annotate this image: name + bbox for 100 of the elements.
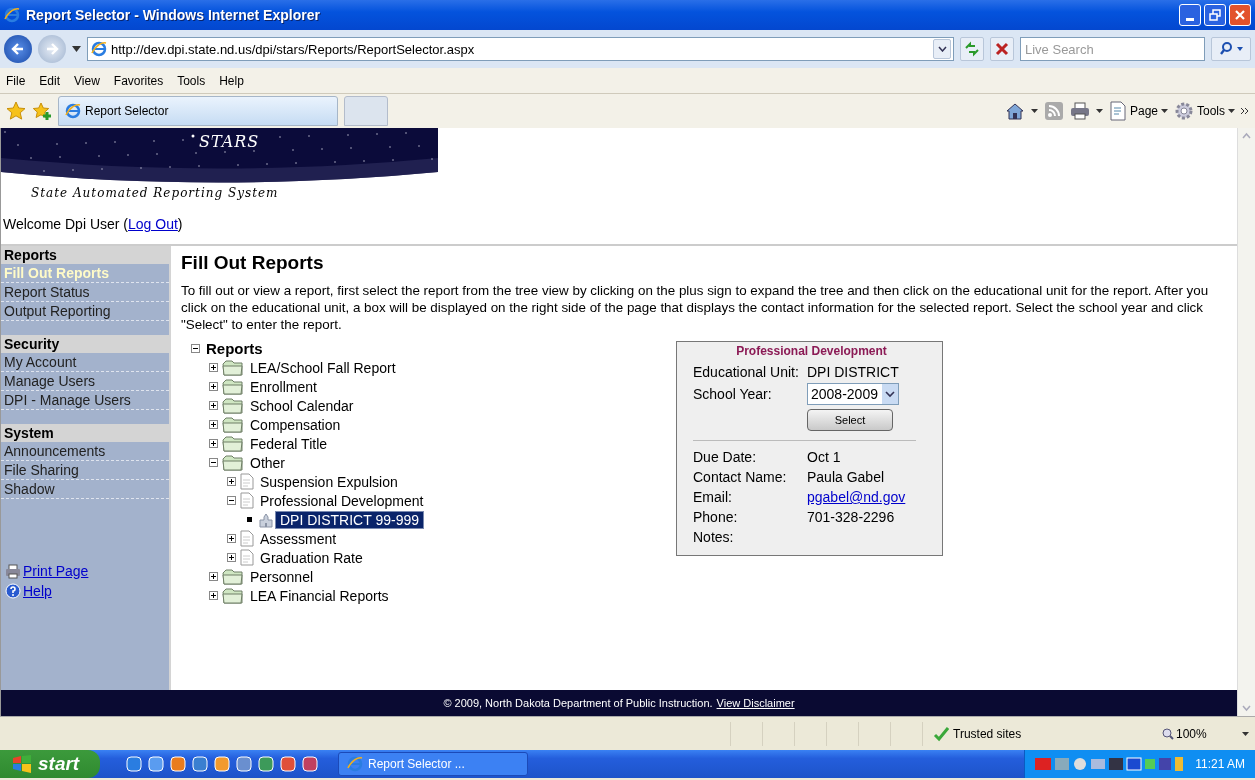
school-year-dropdown[interactable]: 2008-2009: [807, 383, 899, 405]
clock-text: 11:21 AM: [1195, 757, 1245, 771]
dropdown-caret-icon[interactable]: [72, 46, 81, 52]
browser-tab[interactable]: Report Selector: [58, 96, 338, 126]
expand-toggle-icon[interactable]: [209, 420, 218, 429]
page-icon: [1108, 101, 1127, 121]
print-page-link[interactable]: Print Page: [23, 563, 89, 579]
folder-icon: [222, 435, 244, 452]
tree-node[interactable]: School Calendar: [246, 397, 358, 414]
collapse-toggle-icon[interactable]: [209, 458, 218, 467]
expand-toggle-icon[interactable]: [227, 534, 236, 543]
expand-toggle-icon[interactable]: [227, 477, 236, 486]
collapse-toggle-icon[interactable]: [227, 496, 236, 505]
caret-icon[interactable]: [1095, 109, 1103, 113]
menu-item[interactable]: View: [74, 73, 100, 88]
tree-node[interactable]: Professional Development: [256, 492, 428, 509]
folder-icon: [222, 568, 244, 585]
document-icon: [240, 530, 254, 547]
menu-item[interactable]: Help: [219, 73, 244, 88]
print-icon[interactable]: [1069, 101, 1090, 121]
site-subtitle: State Automated Reporting System: [31, 186, 279, 200]
tree-node[interactable]: Other: [246, 454, 289, 471]
tray-icons-drawing[interactable]: [1035, 755, 1186, 773]
tree-node[interactable]: Graduation Rate: [256, 549, 367, 566]
refresh-icon: [964, 41, 980, 57]
caret-icon[interactable]: [1242, 731, 1249, 736]
select-button[interactable]: Select: [807, 409, 893, 431]
disclaimer-link[interactable]: View Disclaimer: [716, 697, 795, 709]
tree-node[interactable]: DPI DISTRICT 99-999: [276, 511, 423, 528]
caret-icon[interactable]: [1030, 109, 1038, 113]
tree-node[interactable]: LEA/School Fall Report: [246, 359, 400, 376]
field-label: Contact Name:: [693, 469, 788, 485]
collapse-toggle-icon[interactable]: [191, 344, 200, 353]
welcome-text: Welcome Dpi User (Log Out): [2, 215, 184, 234]
favorites-star-icon[interactable]: [6, 101, 26, 121]
start-button[interactable]: start: [0, 750, 100, 778]
overflow-chevron-icon[interactable]: [1241, 107, 1249, 115]
expand-toggle-icon[interactable]: [209, 382, 218, 391]
zoom-level-button[interactable]: 100%: [1152, 726, 1242, 741]
expand-toggle-icon[interactable]: [209, 591, 218, 600]
tree-node[interactable]: Compensation: [246, 416, 345, 433]
restore-icon: [1209, 9, 1221, 21]
tree-node[interactable]: Suspension Expulsion: [256, 473, 402, 490]
expand-toggle-icon[interactable]: [227, 553, 236, 562]
school-building-icon: [258, 511, 274, 528]
email-link[interactable]: pgabel@nd.gov: [807, 489, 906, 505]
logout-link[interactable]: Log Out: [128, 216, 178, 232]
app-icon[interactable]: [258, 756, 274, 772]
address-field[interactable]: http://dev.dpi.state.nd.us/dpi/stars/Reports/ReportSelector.aspx: [87, 37, 954, 61]
search-field[interactable]: Live Search: [1020, 37, 1205, 61]
page-menu-button[interactable]: Page: [1108, 101, 1168, 121]
section-heading: Reports: [1, 246, 169, 264]
app-icon[interactable]: [192, 756, 208, 772]
bullet-icon: [245, 515, 254, 524]
taskbar-window-button[interactable]: Report Selector ...: [338, 752, 528, 776]
sidebar-item[interactable]: File Sharing: [1, 461, 169, 480]
expand-toggle-icon[interactable]: [209, 401, 218, 410]
section-heading: Security: [1, 335, 169, 353]
app-icon[interactable]: [236, 756, 252, 772]
refresh-button[interactable]: [960, 37, 984, 61]
tree-node[interactable]: LEA Financial Reports: [246, 587, 393, 604]
expand-toggle-icon[interactable]: [209, 439, 218, 448]
expand-toggle-icon[interactable]: [209, 363, 218, 372]
sidebar-item[interactable]: Shadow: [1, 480, 169, 499]
instructions-text: To fill out or view a report, first select the report from the tree view by clicking on the plus sign to expand the tree and then click on the educational unit for the report. After you click on the educational unit, a box will be displayed on the right side of the page that displays the contact information for the selected report. Select the school year and click "Select" to enter the report.: [181, 282, 1210, 333]
forward-arrow-icon: [45, 42, 59, 56]
address-dropdown-button[interactable]: [933, 39, 951, 59]
stop-button[interactable]: [990, 37, 1014, 61]
app-icon[interactable]: [214, 756, 230, 772]
menu-item[interactable]: Tools: [177, 73, 206, 88]
tools-menu-button[interactable]: Tools: [1174, 101, 1235, 121]
page-heading: Fill Out Reports: [181, 252, 325, 274]
app-icon[interactable]: [148, 756, 164, 772]
app-icon[interactable]: [280, 756, 296, 772]
maximize-button[interactable]: [1204, 4, 1226, 26]
tree-node[interactable]: Assessment: [256, 530, 341, 547]
menu-item[interactable]: Favorites: [113, 73, 164, 88]
app-icon[interactable]: [126, 756, 142, 772]
back-button[interactable]: [4, 35, 32, 63]
tree-root[interactable]: Reports: [202, 340, 267, 357]
tree-node[interactable]: Personnel: [246, 568, 318, 585]
field-value: 701-328-2296: [807, 509, 895, 525]
field-label: Educational Unit:: [693, 364, 800, 380]
search-button[interactable]: [1211, 37, 1251, 61]
minimize-button[interactable]: [1179, 4, 1201, 26]
document-icon: [240, 492, 254, 509]
menu-item[interactable]: File: [6, 73, 26, 88]
app-icon[interactable]: [170, 756, 186, 772]
app-icon[interactable]: [302, 756, 318, 772]
home-icon[interactable]: [1004, 101, 1025, 121]
expand-toggle-icon[interactable]: [209, 572, 218, 581]
close-button[interactable]: [1229, 4, 1251, 26]
help-link[interactable]: Help: [23, 583, 52, 599]
menu-item[interactable]: Edit: [39, 73, 61, 88]
add-favorite-icon[interactable]: [32, 101, 52, 121]
tree-node[interactable]: Federal Title: [246, 435, 332, 452]
chevron-icon: [937, 46, 947, 52]
tree-node[interactable]: Enrollment: [246, 378, 321, 395]
sidebar-item[interactable]: Output Reporting: [1, 302, 169, 321]
folder-icon: [222, 397, 244, 414]
